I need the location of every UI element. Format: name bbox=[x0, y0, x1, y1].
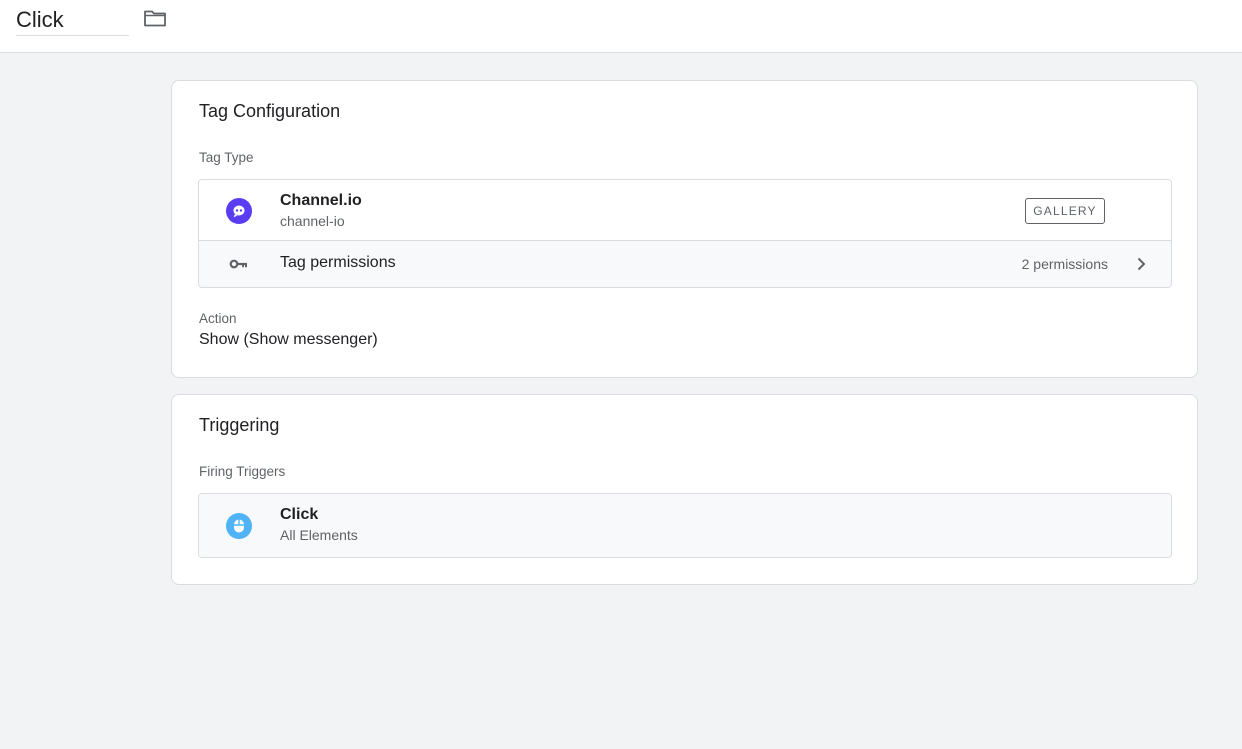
tag-name-input[interactable] bbox=[16, 4, 129, 36]
permissions-count: 2 permissions bbox=[1021, 256, 1108, 272]
tag-type-row[interactable]: Channel.io channel-io GALLERY bbox=[199, 180, 1171, 241]
tag-permissions-row[interactable]: Tag permissions 2 permissions bbox=[199, 241, 1171, 287]
channel-io-logo-icon bbox=[225, 197, 253, 225]
folder-icon[interactable] bbox=[142, 6, 168, 30]
chevron-right-icon bbox=[1131, 254, 1151, 274]
tag-permissions-label: Tag permissions bbox=[280, 254, 396, 271]
tag-type-box: Channel.io channel-io GALLERY Tag permis… bbox=[198, 179, 1172, 288]
top-bar bbox=[0, 0, 1242, 53]
tag-configuration-title: Tag Configuration bbox=[199, 101, 341, 121]
trigger-name: Click bbox=[280, 506, 319, 523]
key-icon bbox=[225, 250, 253, 278]
triggering-card[interactable]: Triggering Firing Triggers Click All Ele… bbox=[171, 394, 1198, 585]
firing-triggers-label: Firing Triggers bbox=[199, 464, 286, 479]
mouse-icon bbox=[225, 512, 253, 540]
tag-configuration-card[interactable]: Tag Configuration Tag Type Channel.io ch… bbox=[171, 80, 1198, 378]
gallery-button[interactable]: GALLERY bbox=[1025, 198, 1105, 224]
action-label: Action bbox=[199, 311, 237, 326]
triggering-title: Triggering bbox=[199, 415, 280, 435]
tag-type-id: channel-io bbox=[280, 213, 345, 229]
trigger-row[interactable]: Click All Elements bbox=[199, 494, 1171, 557]
action-value: Show (Show messenger) bbox=[199, 331, 378, 348]
trigger-subtitle: All Elements bbox=[280, 527, 358, 543]
tag-type-label: Tag Type bbox=[199, 150, 254, 165]
tag-type-name: Channel.io bbox=[280, 192, 362, 209]
firing-triggers-box: Click All Elements bbox=[198, 493, 1172, 558]
